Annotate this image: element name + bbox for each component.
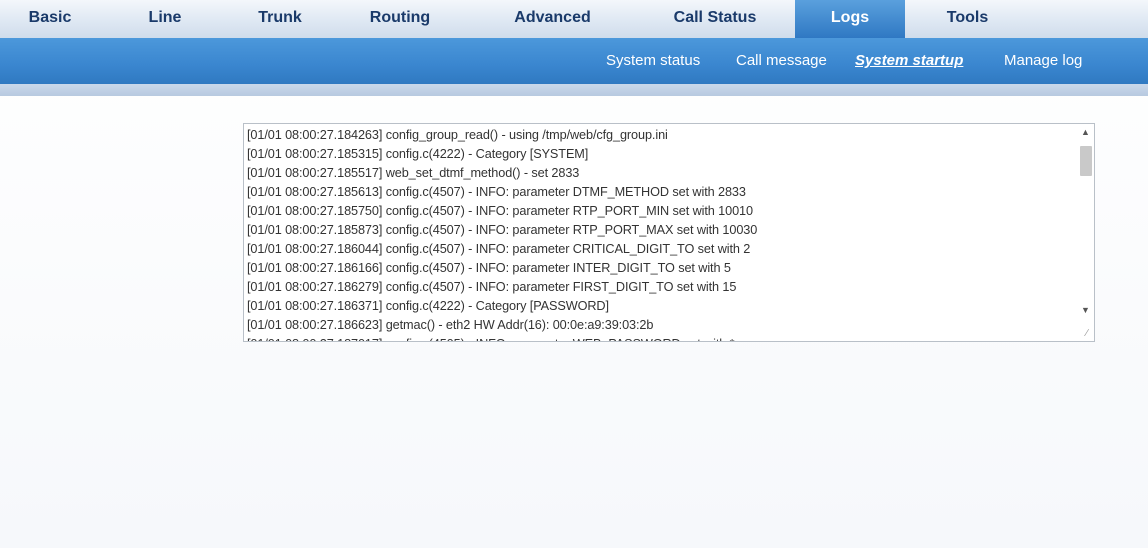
subnav-manage-log[interactable]: Manage log <box>1004 38 1082 84</box>
log-line: [01/01 08:00:27.186371] config.c(4222) -… <box>247 299 609 313</box>
log-line: [01/01 08:00:27.186166] config.c(4507) -… <box>247 261 731 275</box>
tab-call-status[interactable]: Call Status <box>635 0 795 38</box>
scroll-down-arrow-icon[interactable]: ▼ <box>1077 302 1094 319</box>
tab-basic[interactable]: Basic <box>0 0 100 38</box>
log-lines: [01/01 08:00:27.184263] config_group_rea… <box>247 126 1077 341</box>
tab-advanced[interactable]: Advanced <box>470 0 635 38</box>
log-line: [01/01 08:00:27.186623] getmac() - eth2 … <box>247 318 654 332</box>
resize-grip-icon[interactable]: ∕ <box>1082 329 1092 339</box>
tab-trunk[interactable]: Trunk <box>230 0 330 38</box>
log-line: [01/01 08:00:27.185517] web_set_dtmf_met… <box>247 166 580 180</box>
log-line: [01/01 08:00:27.185873] config.c(4507) -… <box>247 223 758 237</box>
top-nav: Basic Line Trunk Routing Advanced Call S… <box>0 0 1148 39</box>
subnav-call-message[interactable]: Call message <box>736 38 827 84</box>
scroll-up-arrow-icon[interactable]: ▲ <box>1077 124 1094 141</box>
tab-line[interactable]: Line <box>100 0 230 38</box>
log-line: [01/01 08:00:27.185750] config.c(4507) -… <box>247 204 753 218</box>
tab-tools[interactable]: Tools <box>905 0 1030 38</box>
log-line: [01/01 08:00:27.184263] config_group_rea… <box>247 128 668 142</box>
log-line: [01/01 08:00:27.186044] config.c(4507) -… <box>247 242 751 256</box>
scroll-thumb[interactable] <box>1080 146 1092 176</box>
subnav-system-status[interactable]: System status <box>606 38 700 84</box>
sub-nav: System status Call message System startu… <box>0 38 1148 84</box>
scrollbar[interactable]: ▲ ▼ <box>1077 124 1094 341</box>
tab-routing[interactable]: Routing <box>330 0 470 38</box>
log-line: [01/01 08:00:27.186279] config.c(4507) -… <box>247 280 737 294</box>
subnav-divider <box>0 84 1148 96</box>
log-line: [01/01 08:00:27.185315] config.c(4222) -… <box>247 147 589 161</box>
subnav-system-startup[interactable]: System startup <box>855 38 963 84</box>
tab-logs[interactable]: Logs <box>795 0 905 38</box>
page: Basic Line Trunk Routing Advanced Call S… <box>0 0 1148 548</box>
log-textarea[interactable]: [01/01 08:00:27.184263] config_group_rea… <box>243 123 1095 342</box>
log-line: [01/01 08:00:27.187017] config.c(4505) -… <box>247 335 1077 341</box>
log-line: [01/01 08:00:27.185613] config.c(4507) -… <box>247 185 746 199</box>
